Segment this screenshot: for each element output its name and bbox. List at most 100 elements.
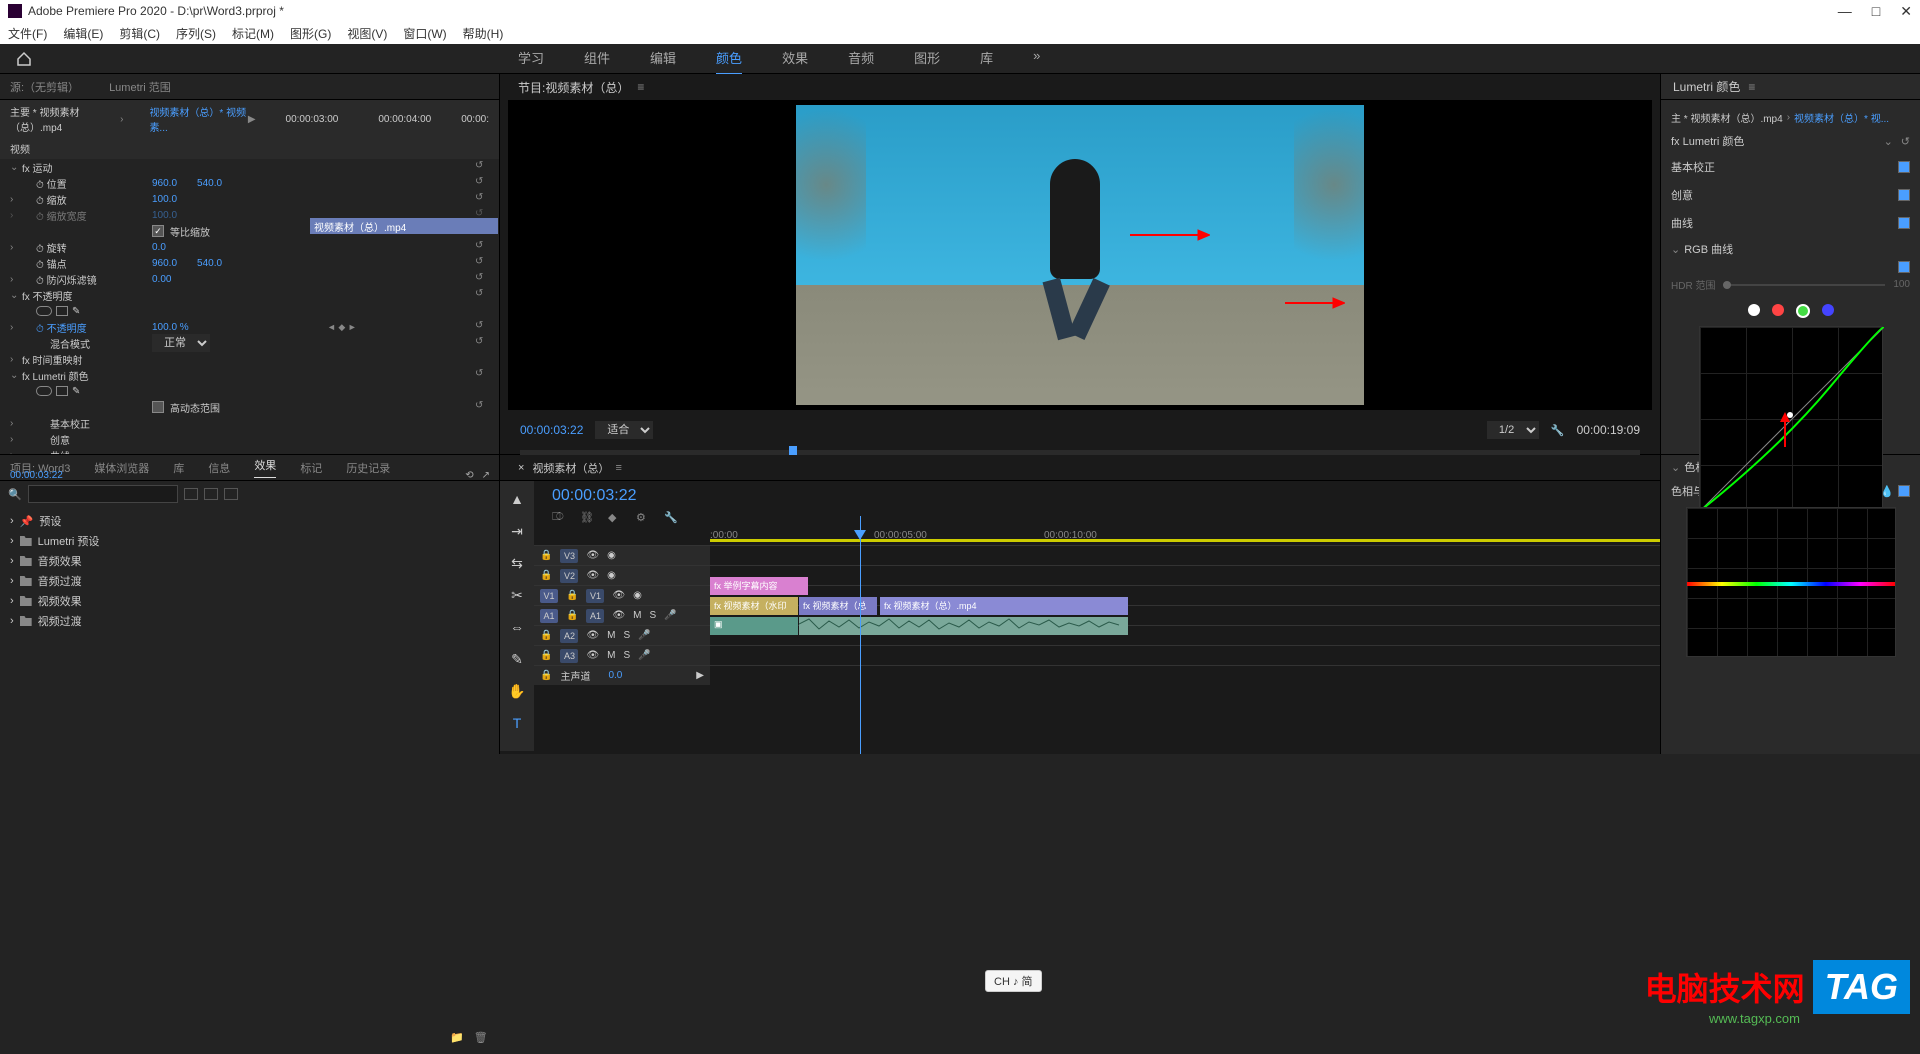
basic-check[interactable] — [1898, 161, 1910, 173]
menu-view[interactable]: 视图(V) — [347, 25, 387, 42]
filter-icon-3[interactable] — [224, 488, 238, 500]
close-button[interactable]: ✕ — [1900, 3, 1912, 20]
export-icon[interactable]: ↗ — [482, 470, 490, 481]
lumetri-curves[interactable]: 曲线 — [1671, 215, 1693, 231]
ec-timeremap[interactable]: fx 时间重映射 — [22, 352, 152, 367]
settings-icon[interactable]: ⚙ — [636, 511, 650, 525]
slip-tool[interactable]: ⇔ — [508, 619, 526, 637]
track-eye-icon[interactable]: ◉ — [607, 550, 616, 561]
pen-tool[interactable]: ✎ — [508, 651, 526, 669]
clip-v1b[interactable]: fx 视频素材（总 — [799, 597, 877, 615]
curves-check[interactable] — [1898, 217, 1910, 229]
folder-new-icon[interactable]: 📁 — [450, 1031, 464, 1044]
workspace-assembly[interactable]: 组件 — [584, 42, 610, 75]
channel-green[interactable] — [1796, 304, 1810, 318]
workspace-graphics[interactable]: 图形 — [914, 42, 940, 75]
marker-icon[interactable]: ◆ — [608, 511, 622, 525]
hand-tool[interactable]: ✋ — [508, 683, 526, 701]
workspace-editing[interactable]: 编辑 — [650, 42, 676, 75]
rgb-curves-label[interactable]: RGB 曲线 — [1684, 241, 1733, 257]
snap-icon[interactable]: ⎄ — [552, 511, 566, 525]
position-x[interactable]: 960.0 — [152, 178, 177, 189]
ellipse-mask-icon[interactable] — [36, 306, 52, 316]
rect-mask-icon[interactable] — [56, 306, 68, 316]
track-v1[interactable]: V1 — [586, 589, 604, 603]
clip-a1b[interactable] — [799, 617, 1128, 635]
clip-subtitle[interactable]: fx 举例字幕内容 — [710, 577, 808, 595]
ec-opacity[interactable]: fx 不透明度 — [22, 288, 152, 303]
home-icon[interactable] — [0, 44, 48, 74]
menu-edit[interactable]: 编辑(E) — [63, 25, 103, 42]
ripple-tool[interactable]: ⇆ — [508, 555, 526, 573]
hue-sat-check[interactable] — [1898, 485, 1910, 497]
track-a3[interactable]: A3 — [560, 649, 578, 663]
selection-tool[interactable]: ▲ — [508, 491, 526, 509]
wrench-icon[interactable]: 🔧 — [664, 511, 678, 525]
stopwatch-icon[interactable]: ⏱ — [36, 180, 44, 191]
type-tool[interactable]: T — [508, 715, 526, 733]
curves-graph[interactable] — [1699, 326, 1883, 510]
razor-tool[interactable]: ✂ — [508, 587, 526, 605]
opacity-value[interactable]: 100.0 % — [152, 322, 189, 333]
reset-icon[interactable]: ↺ — [1901, 135, 1910, 148]
track-output-icon[interactable]: 👁 — [586, 550, 599, 561]
pen-mask-icon[interactable]: ✎ — [72, 306, 80, 317]
ec-lumetri[interactable]: fx Lumetri 颜色 — [22, 368, 152, 383]
workspace-audio[interactable]: 音频 — [848, 42, 874, 75]
folder-audio-transitions[interactable]: ›音频过渡 — [0, 571, 499, 591]
trash-icon[interactable]: 🗑 — [474, 1031, 488, 1044]
scale-value[interactable]: 100.0 — [152, 194, 177, 205]
clip-v1c[interactable]: fx 视频素材（总）.mp4 — [880, 597, 1128, 615]
timeline-timecode[interactable]: 00:00:03:22 — [534, 481, 1660, 511]
folder-video-transitions[interactable]: ›视频过渡 — [0, 611, 499, 631]
timeline-sequence-name[interactable]: 视频素材（总） — [532, 460, 609, 476]
ec-motion[interactable]: fx 运动 — [22, 160, 152, 175]
menu-graphics[interactable]: 图形(G) — [290, 25, 331, 42]
hue-sat-graph[interactable] — [1686, 507, 1896, 657]
folder-lumetri-presets[interactable]: ›Lumetri 预设 — [0, 531, 499, 551]
clip-v1a[interactable]: fx 视频素材（水印 — [710, 597, 798, 615]
maximize-button[interactable]: □ — [1872, 3, 1880, 20]
workspace-learn[interactable]: 学习 — [518, 42, 544, 75]
reset-icon[interactable]: ↺ — [475, 160, 489, 174]
uniform-scale-checkbox[interactable] — [152, 225, 164, 237]
track-v3[interactable]: V3 — [560, 549, 578, 563]
folder-audio-effects[interactable]: ›音频效果 — [0, 551, 499, 571]
tab-lumetri-scopes[interactable]: Lumetri 范围 — [109, 79, 171, 95]
workspace-effects[interactable]: 效果 — [782, 42, 808, 75]
lumetri-creative[interactable]: 创意 — [1671, 187, 1693, 203]
minimize-button[interactable]: — — [1838, 3, 1852, 20]
menu-clip[interactable]: 剪辑(C) — [119, 25, 160, 42]
hdr-checkbox[interactable] — [152, 401, 164, 413]
program-current-tc[interactable]: 00:00:03:22 — [520, 423, 583, 437]
program-viewer[interactable] — [508, 100, 1652, 410]
filter-icon-2[interactable] — [204, 488, 218, 500]
menu-help[interactable]: 帮助(H) — [463, 25, 504, 42]
lumetri-basic[interactable]: 基本校正 — [1671, 159, 1715, 175]
filter-icon-1[interactable] — [184, 488, 198, 500]
channel-red[interactable] — [1772, 304, 1784, 316]
loop-icon[interactable]: ⟲ — [465, 470, 473, 481]
menu-marker[interactable]: 标记(M) — [232, 25, 274, 42]
creative-check[interactable] — [1898, 189, 1910, 201]
channel-luma[interactable] — [1748, 304, 1760, 316]
hdr-slider[interactable] — [1723, 284, 1885, 286]
clip-a1a[interactable]: ▣ — [710, 617, 798, 635]
channel-blue[interactable] — [1822, 304, 1834, 316]
mic-icon[interactable]: 🎤 — [664, 610, 676, 621]
play-icon[interactable]: ▶ — [248, 114, 256, 125]
effects-search-input[interactable] — [28, 485, 178, 503]
menu-window[interactable]: 窗口(W) — [403, 25, 446, 42]
status-timecode[interactable]: 00:00:03:22 — [10, 470, 63, 481]
program-scale-select[interactable]: 1/2 — [1487, 421, 1539, 439]
track-a2[interactable]: A2 — [560, 629, 578, 643]
wrench-icon[interactable]: 🔧 — [1551, 424, 1565, 437]
rotation-value[interactable]: 0.0 — [152, 242, 166, 253]
program-fit-select[interactable]: 适合 — [595, 421, 653, 439]
tab-source[interactable]: 源:（无剪辑） — [10, 79, 79, 95]
menu-file[interactable]: 文件(F) — [8, 25, 47, 42]
workspace-color[interactable]: 颜色 — [716, 42, 742, 75]
position-y[interactable]: 540.0 — [197, 178, 222, 189]
track-lock-icon[interactable]: 🔒 — [540, 550, 552, 561]
track-select-tool[interactable]: ⇥ — [508, 523, 526, 541]
